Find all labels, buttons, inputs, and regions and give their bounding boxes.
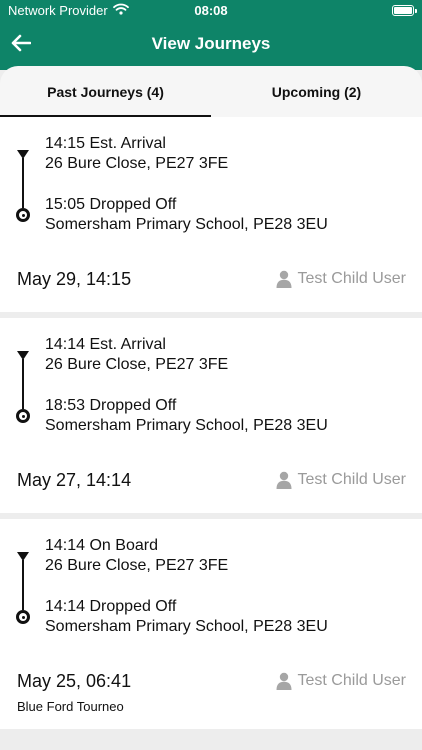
journey-date: May 29, 14:15	[17, 269, 132, 289]
dropoff-dot-icon	[16, 208, 30, 222]
tab-upcoming[interactable]: Upcoming (2)	[211, 66, 422, 117]
dropoff-address: Somersham Primary School, PE28 3EU	[45, 417, 328, 434]
route-line	[22, 560, 24, 610]
pickup-address: 26 Bure Close, PE27 3FE	[45, 155, 229, 172]
dropoff-dot-icon	[16, 409, 30, 423]
app-header: Network Provider 08:08 View Journeys	[0, 0, 422, 70]
page-title: View Journeys	[151, 34, 271, 53]
journey-card[interactable]: 14:14 Est. Arrival 26 Bure Close, PE27 3…	[0, 318, 422, 513]
tab-past-journeys[interactable]: Past Journeys (4)	[0, 66, 211, 117]
child-user-name: Test Child User	[297, 672, 406, 689]
child-user-name: Test Child User	[297, 270, 406, 287]
journey-card[interactable]: 14:15 Est. Arrival 26 Bure Close, PE27 3…	[0, 117, 422, 312]
status-bar: Network Provider 08:08	[0, 0, 422, 22]
tab-label: Past Journeys (4)	[47, 83, 164, 100]
pickup-status: 14:15 Est. Arrival	[45, 135, 166, 152]
vehicle-name: Blue Ford Tourneo	[17, 699, 124, 714]
status-time: 08:08	[194, 3, 228, 18]
journey-date: May 27, 14:14	[17, 470, 132, 490]
route-line	[22, 359, 24, 409]
dropoff-address: Somersham Primary School, PE28 3EU	[45, 216, 328, 233]
dropoff-address: Somersham Primary School, PE28 3EU	[45, 618, 328, 635]
journey-list: 14:15 Est. Arrival 26 Bure Close, PE27 3…	[0, 117, 422, 735]
dropoff-status: 18:53 Dropped Off	[45, 397, 177, 414]
pickup-address: 26 Bure Close, PE27 3FE	[45, 557, 229, 574]
battery-icon	[392, 5, 417, 16]
person-icon	[276, 270, 292, 288]
person-icon	[276, 672, 292, 690]
child-user-name: Test Child User	[297, 471, 406, 488]
child-user: Test Child User	[276, 672, 406, 690]
pickup-status: 14:14 On Board	[45, 537, 158, 554]
journey-tabs: Past Journeys (4) Upcoming (2)	[0, 66, 422, 117]
dropoff-dot-icon	[16, 610, 30, 624]
child-user: Test Child User	[276, 471, 406, 489]
dropoff-status: 14:14 Dropped Off	[45, 598, 177, 615]
route-line	[22, 158, 24, 208]
child-user: Test Child User	[276, 270, 406, 288]
journey-date: May 25, 06:41	[17, 671, 132, 691]
tab-label: Upcoming (2)	[271, 83, 362, 100]
pickup-status: 14:14 Est. Arrival	[45, 336, 166, 353]
dropoff-status: 15:05 Dropped Off	[45, 196, 177, 213]
pickup-address: 26 Bure Close, PE27 3FE	[45, 356, 229, 373]
journey-card[interactable]: 14:14 On Board 26 Bure Close, PE27 3FE 1…	[0, 519, 422, 729]
person-icon	[276, 471, 292, 489]
